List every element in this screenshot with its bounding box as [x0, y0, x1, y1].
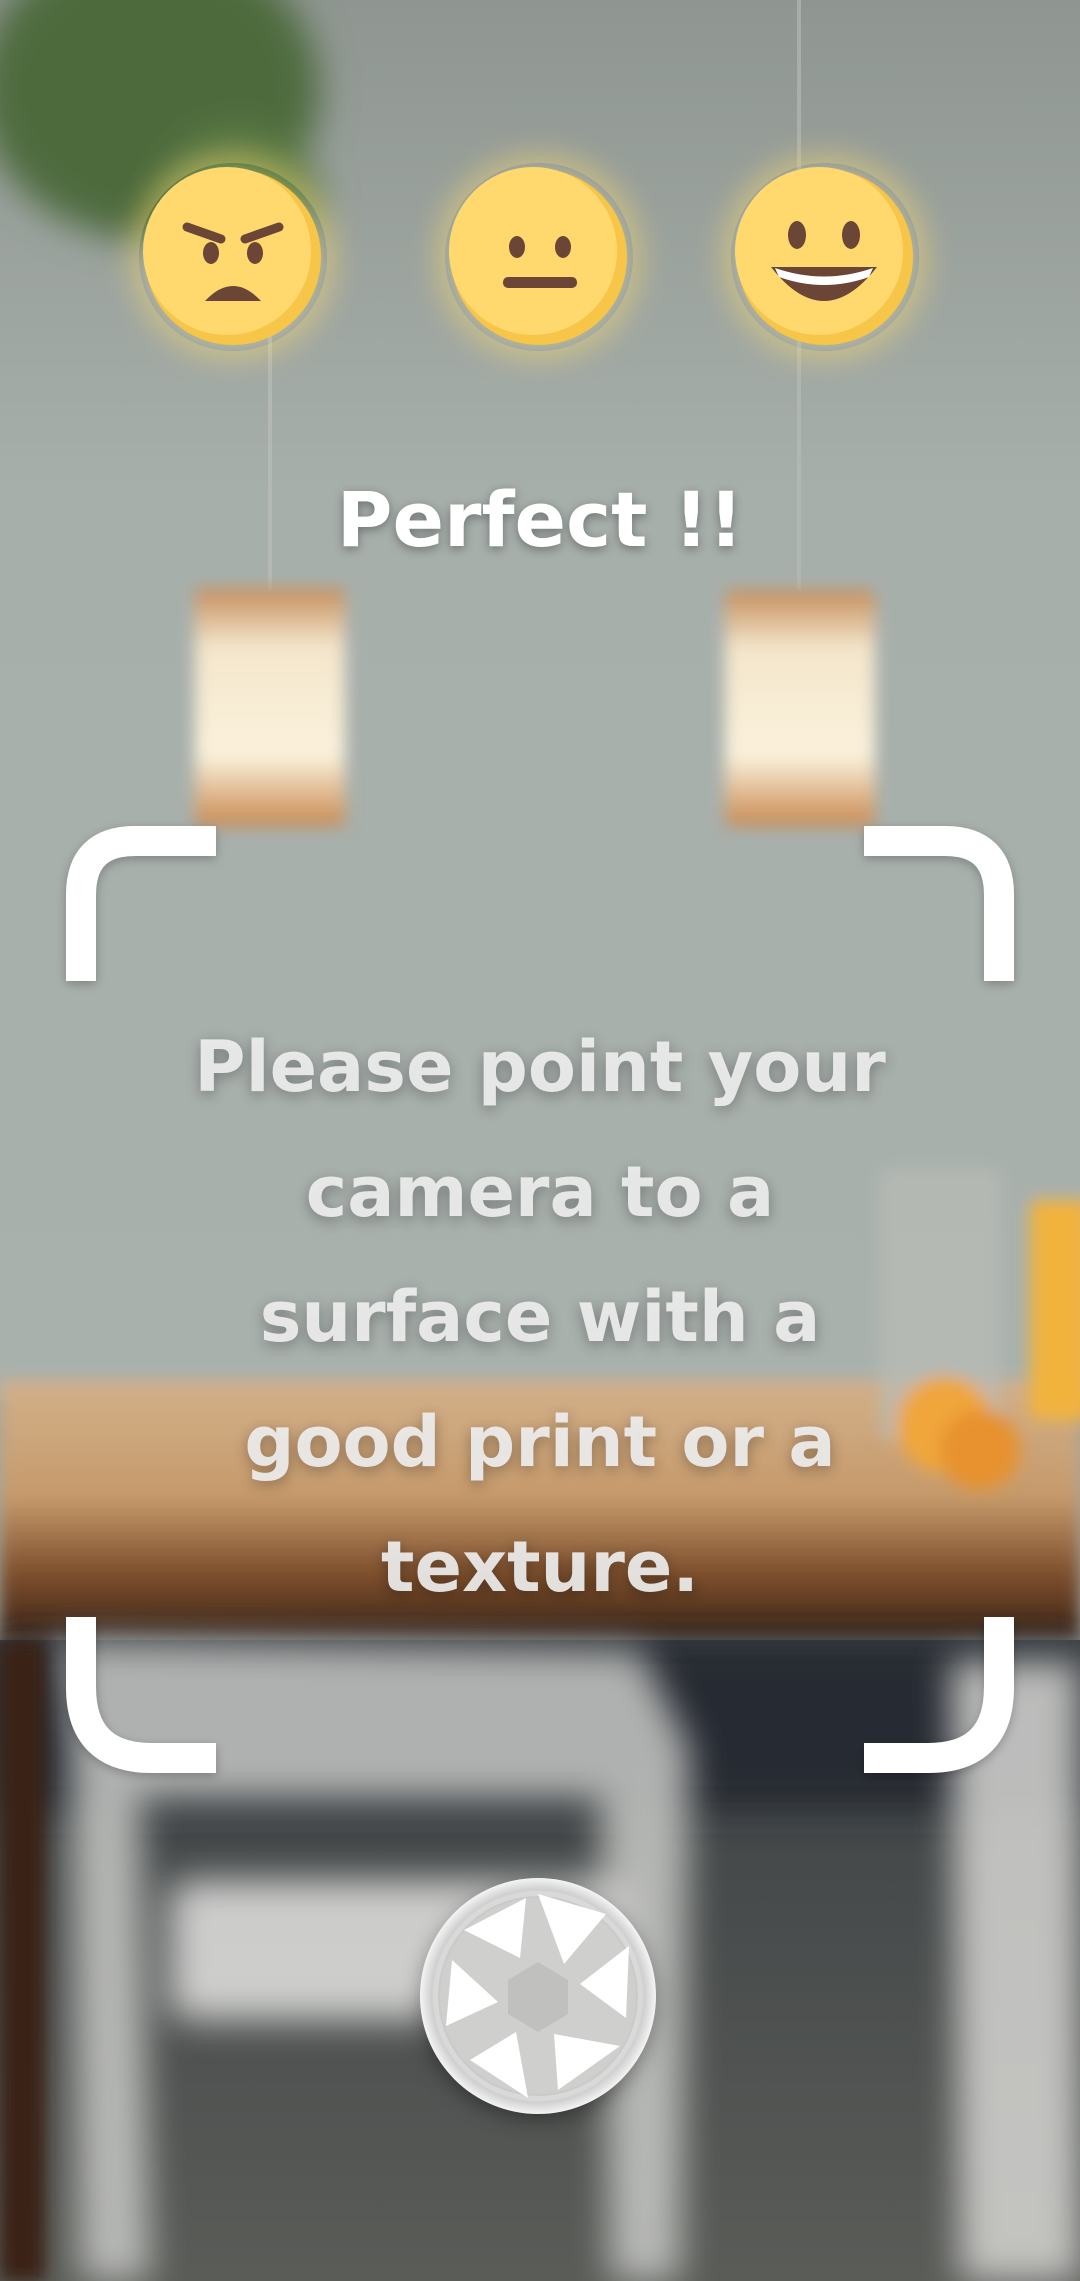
shutter-button[interactable] [418, 1876, 658, 2116]
camera-shutter-icon [420, 1878, 656, 2114]
frame-corner-top-right [864, 826, 1014, 981]
frame-corner-bottom-left [66, 1617, 216, 1773]
frame-corner-top-left [66, 826, 216, 981]
frame-corner-bottom-right [864, 1617, 1014, 1773]
instruction-text: Please point your camera to a surface wi… [194, 1026, 886, 1608]
